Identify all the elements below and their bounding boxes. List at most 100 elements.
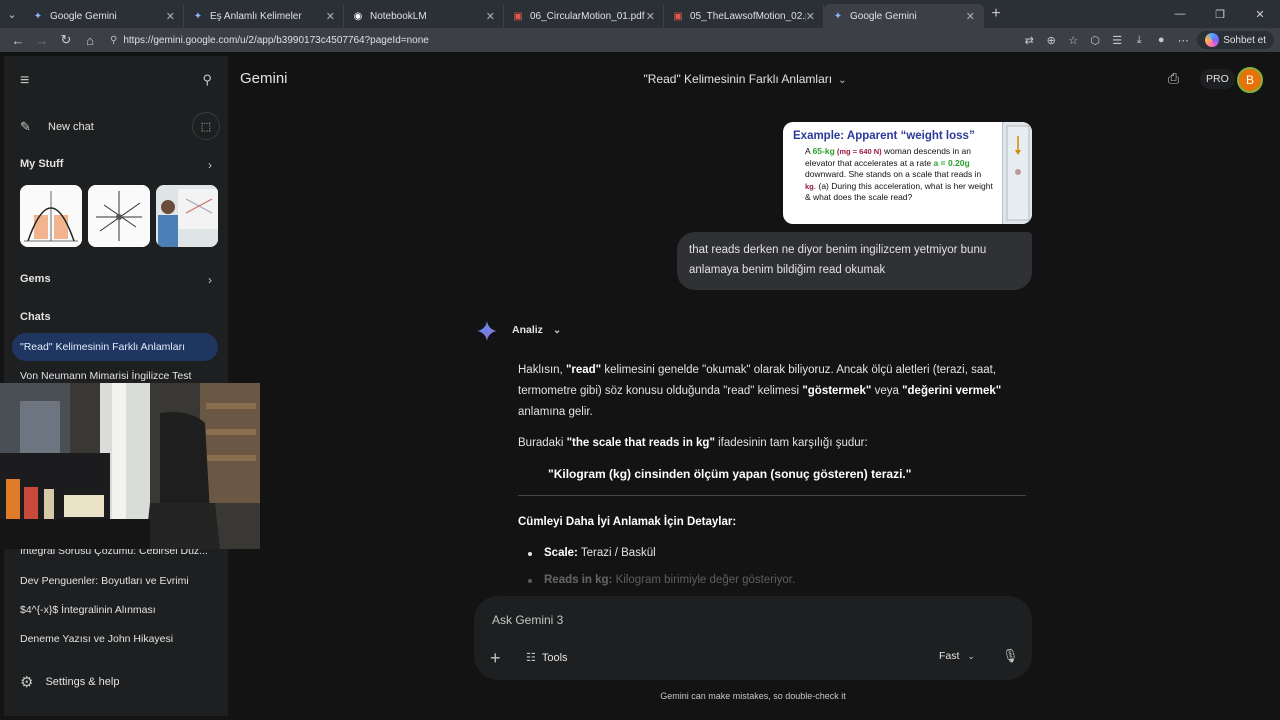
tools-button[interactable]: ☷ Tools: [526, 651, 568, 665]
prompt-input[interactable]: Ask Gemini 3: [492, 613, 563, 627]
close-window-icon[interactable]: ✕: [1240, 0, 1280, 28]
chat-item-active[interactable]: "Read" Kelimesinin Farklı Anlamları: [12, 333, 218, 361]
text: Haklısın,: [518, 364, 566, 376]
text: veya: [871, 385, 903, 397]
back-icon[interactable]: ←: [6, 33, 30, 48]
pro-badge[interactable]: PRO: [1200, 69, 1235, 89]
thumbnail-parabola[interactable]: [20, 185, 82, 247]
response-body: Haklısın, "read" kelimesini genelde "oku…: [518, 360, 1028, 597]
chat-item[interactable]: $4^{-x}$ İntegralinin Alınması: [12, 596, 218, 624]
chat-title: $4^{-x}$ İntegralinin Alınması: [20, 604, 156, 616]
minimize-icon[interactable]: —: [1160, 0, 1200, 28]
notebooklm-icon: ◉: [353, 10, 363, 22]
microphone-icon[interactable]: 🎙: [1002, 648, 1019, 664]
add-icon[interactable]: +: [490, 648, 501, 669]
my-stuff-thumbnails: [20, 185, 218, 247]
chat-item[interactable]: Deneme Yazısı ve John Hikayesi: [12, 625, 218, 653]
mode-selector[interactable]: Fast ⌄: [939, 650, 975, 662]
browser-tab[interactable]: ▣ 05_TheLawsofMotion_02.pdf ✕: [664, 4, 824, 28]
tab-title: 06_CircularMotion_01.pdf: [530, 10, 645, 22]
url-text: https://gemini.google.com/u/2/app/b39901…: [123, 34, 429, 46]
more-icon[interactable]: ⋯: [1175, 34, 1191, 47]
tab-title: 05_TheLawsofMotion_02.pdf: [690, 10, 806, 22]
elevator-illustration: [1002, 122, 1032, 224]
site-info-icon[interactable]: ⚲: [110, 35, 117, 46]
favorites-icon[interactable]: ☰: [1109, 34, 1125, 47]
url-field[interactable]: ⚲ https://gemini.google.com/u/2/app/b399…: [110, 30, 1021, 50]
list-item: Reads in kg: Kilogram birimiyle değer gö…: [518, 570, 1028, 591]
new-tab-icon[interactable]: +: [984, 5, 1008, 23]
bold-text: Scale:: [544, 547, 578, 559]
extensions-icon[interactable]: ⬡: [1087, 34, 1103, 47]
browser-tab-bar: ⌄ ✦ Google Gemini ✕ ✦ Eş Anlamlı Kelimel…: [0, 0, 1280, 28]
attached-image[interactable]: Example: Apparent “weight loss” A 65-kg …: [783, 122, 1032, 224]
user-message: that reads derken ne diyor benim ingiliz…: [677, 232, 1032, 290]
print-icon[interactable]: ⎙: [1168, 70, 1179, 87]
browser-tab[interactable]: ✦ Eş Anlamlı Kelimeler ✕: [184, 4, 344, 28]
pdf-icon: ▣: [513, 10, 523, 22]
profile-icon[interactable]: ●: [1153, 34, 1169, 46]
chat-title: "Read" Kelimesinin Farklı Anlamları: [20, 341, 186, 353]
tab-search-icon[interactable]: ⌄: [0, 0, 24, 28]
favorite-star-icon[interactable]: ☆: [1065, 34, 1081, 47]
settings-help-button[interactable]: ⚙ Settings & help: [20, 673, 119, 691]
close-icon[interactable]: ✕: [966, 10, 975, 23]
copilot-label: Sohbet et: [1223, 34, 1266, 46]
response-paragraph: Haklısın, "read" kelimesini genelde "oku…: [518, 360, 1028, 423]
zoom-icon[interactable]: ⊕: [1043, 34, 1059, 47]
chevron-right-icon[interactable]: ›: [208, 273, 212, 287]
reload-icon[interactable]: ↻: [54, 32, 78, 48]
attachment-text: . (a) During this acceleration, what is …: [805, 180, 993, 203]
pdf-icon: ▣: [673, 10, 683, 22]
gems-label: Gems: [20, 273, 51, 285]
close-icon[interactable]: ✕: [166, 10, 175, 23]
divider: [518, 495, 1026, 496]
close-icon[interactable]: ✕: [326, 10, 335, 23]
new-chat-button[interactable]: ✎ New chat: [20, 119, 94, 135]
translate-icon[interactable]: ⇄: [1021, 34, 1037, 47]
conversation-title-text: "Read" Kelimesinin Farklı Anlamları: [643, 72, 833, 86]
close-icon[interactable]: ✕: [806, 10, 815, 23]
bold-text: Reads in kg:: [544, 574, 613, 586]
chevron-down-icon: ⌄: [838, 75, 847, 86]
copilot-icon: [1205, 33, 1220, 47]
temporary-chat-icon[interactable]: ⬚: [192, 112, 220, 140]
text: anlamına gelir.: [518, 406, 593, 418]
attachment-text: downward. She stands on a scale that rea…: [805, 169, 982, 179]
close-icon[interactable]: ✕: [646, 10, 655, 23]
avatar[interactable]: B: [1237, 67, 1263, 93]
tab-title: Google Gemini: [50, 10, 117, 22]
browser-tab-active[interactable]: ✦ Google Gemini ✕: [824, 4, 984, 28]
text: Kilogram birimiyle değer gösteriyor.: [612, 574, 796, 586]
chat-item[interactable]: Dev Penguenler: Boyutları ve Evrimi: [12, 567, 218, 595]
chevron-right-icon[interactable]: ›: [208, 158, 212, 172]
analysis-toggle[interactable]: Analiz ⌄: [512, 324, 561, 336]
thumbnail-lecture[interactable]: [156, 185, 218, 247]
forward-icon[interactable]: →: [30, 33, 54, 48]
conversation-title[interactable]: "Read" Kelimesinin Farklı Anlamları ⌄: [0, 72, 1280, 86]
response-quote: "Kilogram (kg) cinsinden ölçüm yapan (so…: [548, 467, 912, 481]
window-controls: — ❐ ✕: [1160, 0, 1280, 28]
gemini-icon: ✦: [833, 10, 843, 22]
home-icon[interactable]: ⌂: [78, 33, 102, 48]
chats-label: Chats: [20, 311, 51, 323]
downloads-icon[interactable]: ⤓: [1131, 34, 1147, 47]
bold-text: Cümleyi Daha İyi Anlamak İçin Detaylar:: [518, 516, 737, 528]
prompt-box[interactable]: Ask Gemini 3 + ☷ Tools Fast ⌄ 🎙: [474, 596, 1032, 680]
browser-tab[interactable]: ◉ NotebookLM ✕: [344, 4, 504, 28]
bold-text: "göstermek": [802, 385, 872, 397]
copilot-button[interactable]: Sohbet et: [1197, 31, 1274, 49]
gemini-icon: ✦: [33, 10, 43, 22]
gems-heading[interactable]: Gems: [20, 273, 51, 285]
mode-label: Fast: [939, 650, 960, 662]
gemini-spark-icon: [477, 321, 497, 341]
restore-icon[interactable]: ❐: [1200, 0, 1240, 28]
gemini-icon: ✦: [193, 10, 203, 22]
my-stuff-heading[interactable]: My Stuff: [20, 158, 63, 170]
browser-tab[interactable]: ▣ 06_CircularMotion_01.pdf ✕: [504, 4, 664, 28]
attachment-text: 65-kg: [812, 146, 835, 156]
browser-tab[interactable]: ✦ Google Gemini ✕: [24, 4, 184, 28]
close-icon[interactable]: ✕: [486, 10, 495, 23]
disclaimer: Gemini can make mistakes, so double-chec…: [660, 691, 846, 701]
thumbnail-vectors[interactable]: [88, 185, 150, 247]
